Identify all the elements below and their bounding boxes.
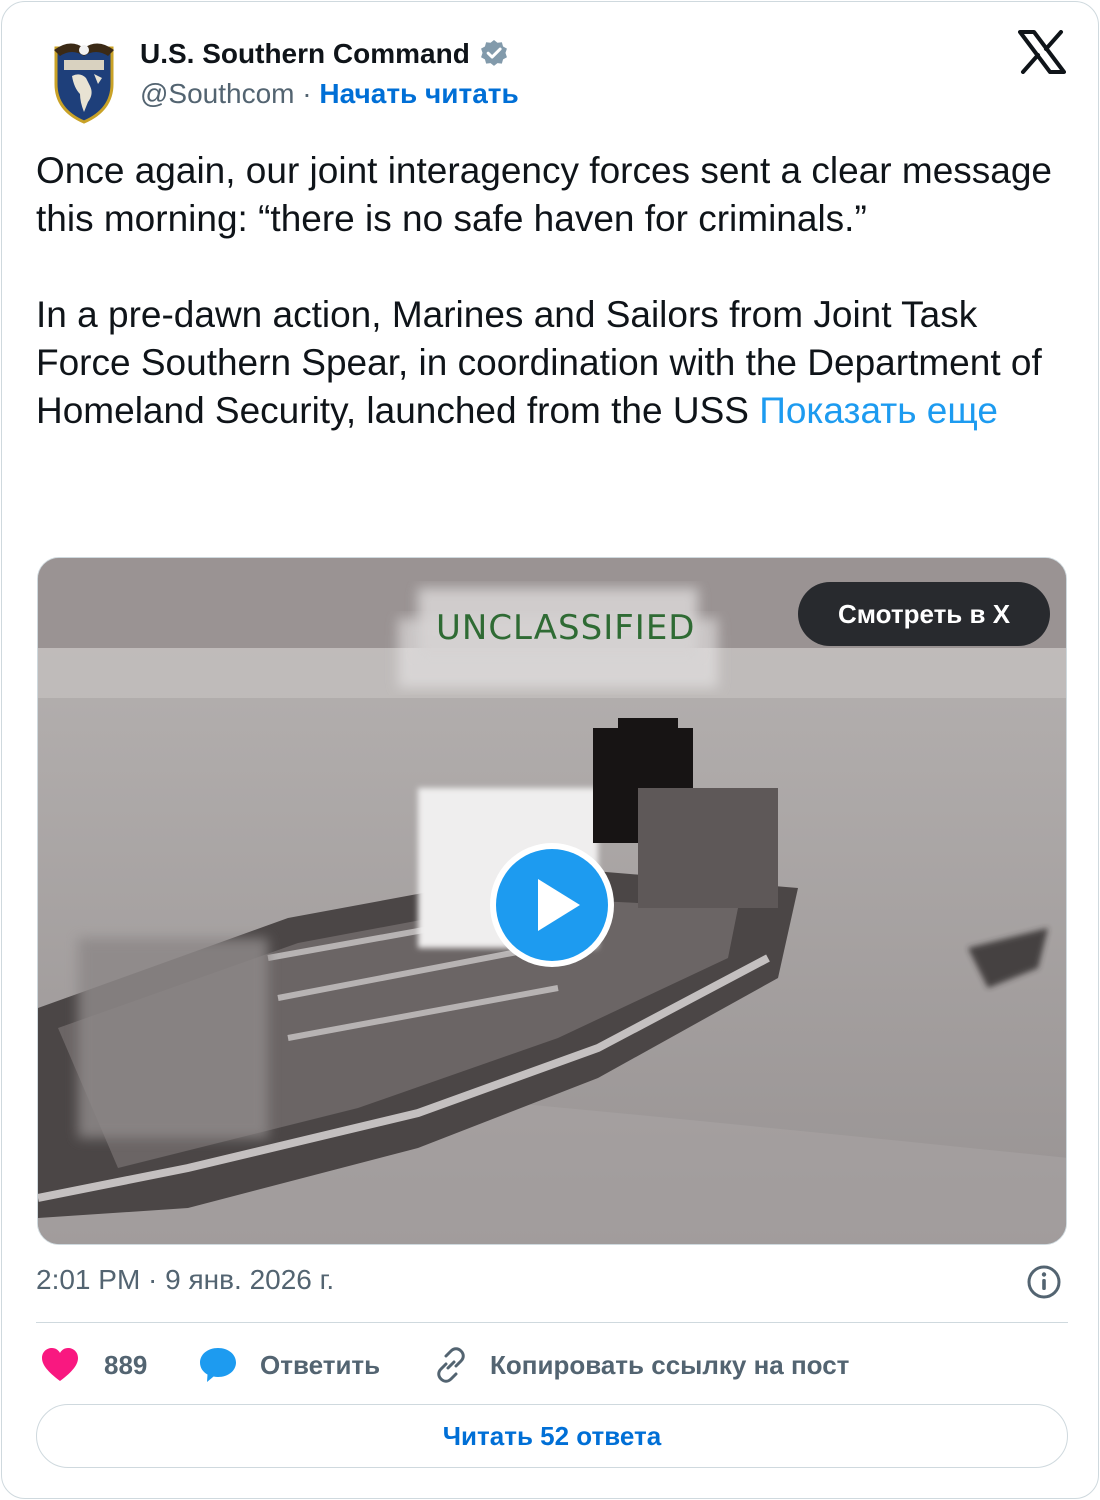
show-more-link[interactable]: Показать еще: [759, 390, 998, 431]
tweet-paragraph-1: Once again, our joint interagency forces…: [36, 150, 1053, 239]
play-icon[interactable]: [488, 841, 616, 969]
timestamp[interactable]: 2:01 PM · 9 янв. 2026 г.: [36, 1264, 334, 1296]
tweet-paragraph-2: In a pre-dawn action, Marines and Sailor…: [36, 291, 1076, 435]
author-meta: @Southcom · Начать читать: [140, 78, 519, 110]
author-name[interactable]: U.S. Southern Command: [140, 38, 510, 70]
info-icon[interactable]: [1026, 1264, 1062, 1300]
read-replies-button[interactable]: Читать 52 ответа: [36, 1404, 1068, 1468]
tweet-card: U.S. Southern Command @Southcom · Начать…: [1, 1, 1099, 1499]
reply-button[interactable]: Ответить: [198, 1342, 380, 1388]
author-handle[interactable]: @Southcom: [140, 78, 295, 109]
tweet-text: Once again, our joint interagency forces…: [36, 147, 1076, 435]
reply-label: Ответить: [260, 1349, 381, 1380]
copy-link-label: Копировать ссылку на пост: [490, 1349, 850, 1380]
link-icon: [437, 1347, 465, 1383]
unclassified-overlay: UNCLASSIFIED: [436, 608, 696, 648]
copy-link-button[interactable]: Копировать ссылку на пост: [432, 1342, 849, 1388]
video-media[interactable]: UNCLASSIFIED Смотреть в X: [37, 557, 1067, 1245]
meta-separator: ·: [302, 78, 312, 109]
reply-bubble-icon: [200, 1348, 236, 1382]
action-bar: 889 Ответить Копировать ссылку на пост: [36, 1342, 1076, 1388]
follow-link[interactable]: Начать читать: [319, 78, 518, 109]
x-logo-icon[interactable]: [1018, 30, 1066, 74]
southcom-seal-icon[interactable]: [50, 38, 118, 124]
divider: [36, 1322, 1068, 1323]
watch-on-x-button[interactable]: Смотреть в X: [798, 582, 1050, 646]
verified-badge-icon: [480, 40, 507, 66]
like-count: 889: [104, 1349, 148, 1380]
like-button[interactable]: 889: [40, 1342, 147, 1388]
heart-icon: [42, 1348, 78, 1381]
author-name-text[interactable]: U.S. Southern Command: [140, 38, 470, 70]
